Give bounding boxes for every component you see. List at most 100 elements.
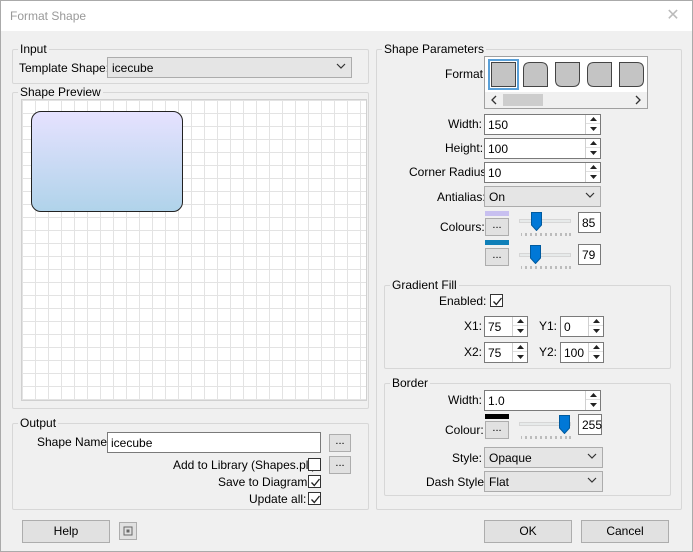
- dash-style-label: Dash Style:: [426, 475, 488, 489]
- spin-up-icon[interactable]: [589, 317, 603, 326]
- input-group-label: Input: [18, 42, 49, 56]
- x1-value: 75: [488, 320, 502, 334]
- spin-down-icon[interactable]: [586, 124, 600, 133]
- chevron-down-icon: [585, 192, 595, 198]
- y2-stepper[interactable]: 100: [560, 342, 604, 363]
- template-shape-select[interactable]: icecube: [107, 57, 352, 78]
- cancel-button[interactable]: Cancel: [581, 520, 669, 543]
- border-group-label: Border: [390, 376, 431, 390]
- save-diagram-checkbox[interactable]: [308, 475, 321, 488]
- colour2-slider-track[interactable]: [519, 253, 571, 257]
- chevron-down-icon: [587, 477, 597, 483]
- format-label: Format:: [445, 67, 487, 81]
- border-colour-slider-thumb[interactable]: [559, 415, 570, 434]
- colour1-picker-button[interactable]: ...: [485, 218, 509, 236]
- chevron-left-icon[interactable]: [489, 95, 499, 105]
- border-width-stepper[interactable]: 1.0: [484, 390, 601, 411]
- colour1-value: 85: [582, 216, 596, 230]
- checkmark-icon: [311, 478, 321, 487]
- spin-up-icon[interactable]: [586, 115, 600, 124]
- colour1-slider-track[interactable]: [519, 219, 571, 223]
- format-scrollbar[interactable]: [485, 92, 647, 108]
- x2-label: X2:: [464, 345, 483, 359]
- spin-up-icon[interactable]: [513, 317, 527, 326]
- dash-style-select[interactable]: Flat: [484, 471, 603, 492]
- format-gallery[interactable]: [484, 56, 648, 109]
- template-shape-value: icecube: [112, 61, 154, 75]
- colour2-value-input[interactable]: 79: [578, 244, 601, 265]
- dash-style-value: Flat: [489, 475, 510, 489]
- shape-name-label: Shape Name:: [37, 435, 111, 449]
- border-width-value: 1.0: [488, 394, 505, 408]
- spin-down-icon[interactable]: [586, 172, 600, 181]
- spin-up-icon[interactable]: [586, 163, 600, 172]
- spin-down-icon[interactable]: [586, 400, 600, 409]
- border-colour-picker-button[interactable]: ...: [485, 421, 509, 439]
- spin-up-icon[interactable]: [586, 139, 600, 148]
- close-icon[interactable]: ✕: [664, 7, 682, 25]
- width-stepper[interactable]: 150: [484, 114, 601, 135]
- width-label: Width:: [448, 117, 483, 131]
- add-library-label: Add to Library (Shapes.plf):: [173, 458, 320, 472]
- colour1-slider-ticks: [521, 233, 571, 236]
- x2-stepper[interactable]: 75: [484, 342, 528, 363]
- colour2-slider-ticks: [521, 266, 571, 269]
- shape-name-value: icecube: [111, 436, 153, 450]
- x1-label: X1:: [464, 319, 483, 333]
- add-library-checkbox[interactable]: [308, 458, 321, 471]
- colour1-slider-thumb[interactable]: [531, 212, 542, 231]
- round-left-shape-icon[interactable]: [586, 61, 613, 88]
- colours-label: Colours:: [440, 220, 485, 234]
- update-all-checkbox[interactable]: [308, 492, 321, 505]
- shape-name-input[interactable]: icecube: [107, 432, 321, 453]
- colour2-picker-button[interactable]: ...: [485, 248, 509, 266]
- ok-button[interactable]: OK: [484, 520, 572, 543]
- chevron-right-icon[interactable]: [633, 95, 643, 105]
- checkmark-icon: [493, 297, 503, 306]
- scrollbar-thumb[interactable]: [503, 94, 543, 106]
- spin-down-icon[interactable]: [513, 352, 527, 361]
- gradient-enabled-checkbox[interactable]: [490, 294, 503, 307]
- y1-stepper[interactable]: 0: [560, 316, 604, 337]
- spin-down-icon[interactable]: [513, 326, 527, 335]
- spin-down-icon[interactable]: [586, 148, 600, 157]
- height-stepper[interactable]: 100: [484, 138, 601, 159]
- spin-down-icon[interactable]: [589, 352, 603, 361]
- square-dot-icon: [123, 526, 133, 536]
- width-value: 150: [488, 118, 509, 132]
- spin-down-icon[interactable]: [589, 326, 603, 335]
- corner-radius-label: Corner Radius:: [409, 165, 490, 179]
- title-bar: Format Shape ✕: [1, 1, 692, 31]
- x1-stepper[interactable]: 75: [484, 316, 528, 337]
- output-group-label: Output: [18, 416, 59, 430]
- colour2-slider-thumb[interactable]: [530, 245, 541, 264]
- antialias-select[interactable]: On: [484, 186, 601, 207]
- colour2-value: 79: [582, 248, 596, 262]
- corner-radius-value: 10: [488, 166, 502, 180]
- round-bottom-shape-icon[interactable]: [554, 61, 581, 88]
- colour1-value-input[interactable]: 85: [578, 212, 601, 233]
- border-width-label: Width:: [448, 393, 483, 407]
- template-shape-label: Template Shape:: [19, 61, 110, 75]
- border-colour-label: Colour:: [445, 423, 484, 437]
- format-option-selected[interactable]: [488, 59, 519, 90]
- shape-preview-label: Shape Preview: [18, 85, 103, 99]
- preview-shape: [31, 111, 183, 212]
- rect-shape-icon: [491, 62, 516, 87]
- shape-name-browse-button[interactable]: ...: [329, 434, 351, 452]
- round-top-shape-icon[interactable]: [522, 61, 549, 88]
- library-browse-button[interactable]: ...: [329, 456, 351, 474]
- spin-up-icon[interactable]: [589, 343, 603, 352]
- corner-radius-stepper[interactable]: 10: [484, 162, 601, 183]
- y1-label: Y1:: [539, 319, 558, 333]
- border-style-select[interactable]: Opaque: [484, 447, 603, 468]
- help-button[interactable]: Help: [22, 520, 110, 543]
- update-all-label: Update all:: [249, 492, 307, 506]
- y2-label: Y2:: [539, 345, 558, 359]
- colour2-swatch: [485, 240, 509, 245]
- settings-toggle-button[interactable]: [119, 522, 137, 540]
- round-right-shape-icon[interactable]: [618, 61, 645, 88]
- spin-up-icon[interactable]: [513, 343, 527, 352]
- border-colour-value-input[interactable]: 255: [578, 414, 602, 435]
- spin-up-icon[interactable]: [586, 391, 600, 400]
